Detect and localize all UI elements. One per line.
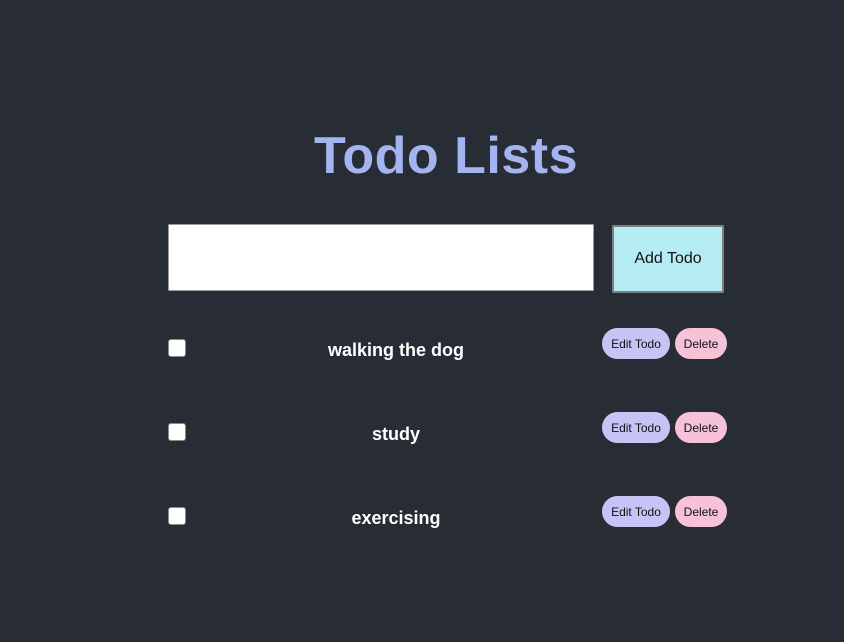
todo-checkbox[interactable] — [168, 423, 186, 441]
todo-item: study Edit Todo Delete — [0, 412, 844, 452]
todo-app: Todo Lists Add Todo walking the dog Edit… — [0, 0, 844, 642]
add-todo-button[interactable]: Add Todo — [612, 225, 724, 293]
edit-todo-button[interactable]: Edit Todo — [602, 328, 670, 359]
page-title: Todo Lists — [313, 127, 578, 185]
todo-input[interactable] — [168, 224, 594, 291]
edit-todo-button[interactable]: Edit Todo — [602, 412, 670, 443]
delete-todo-button[interactable]: Delete — [675, 328, 727, 359]
delete-todo-button[interactable]: Delete — [675, 496, 727, 527]
todo-text: walking the dog — [327, 340, 464, 360]
todo-text: exercising — [351, 508, 441, 528]
delete-todo-button[interactable]: Delete — [675, 412, 727, 443]
todo-checkbox[interactable] — [168, 339, 186, 357]
edit-todo-button[interactable]: Edit Todo — [602, 496, 670, 527]
todo-item: exercising Edit Todo Delete — [0, 496, 844, 536]
todo-checkbox[interactable] — [168, 507, 186, 525]
todo-list: walking the dog Edit Todo Delete study E… — [0, 0, 844, 642]
todo-item: walking the dog Edit Todo Delete — [0, 328, 844, 368]
todo-text: study — [371, 424, 420, 444]
